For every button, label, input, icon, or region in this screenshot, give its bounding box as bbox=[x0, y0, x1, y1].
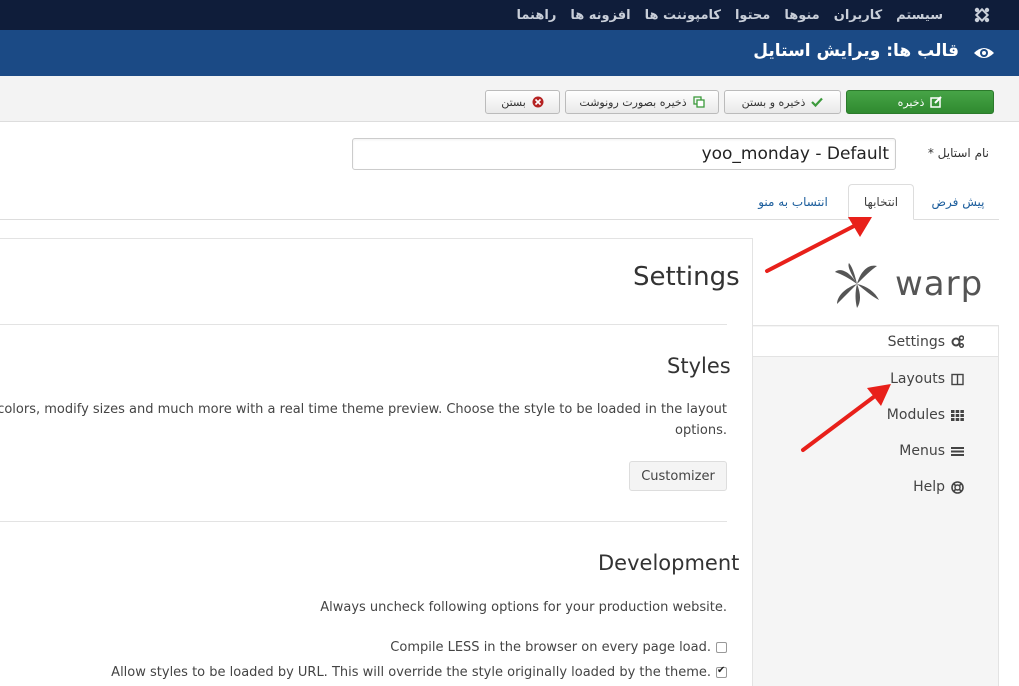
tab-default[interactable]: پیش فرض bbox=[918, 184, 998, 220]
customizer-button[interactable]: Customizer bbox=[629, 461, 727, 491]
warp-sidebar: warp Settings Layouts Modules Menus Help bbox=[752, 238, 999, 686]
divider bbox=[0, 324, 727, 325]
cancel-icon bbox=[532, 96, 544, 108]
style-name-label: نام استایل * bbox=[927, 146, 989, 160]
menu-system[interactable]: سیستم bbox=[896, 8, 943, 23]
annotation-arrow-tab bbox=[765, 217, 872, 273]
save-label: ذخیره bbox=[897, 95, 925, 109]
menu-components[interactable]: کامپوننت ها bbox=[645, 8, 721, 23]
development-heading: Development bbox=[598, 551, 740, 575]
styles-description-2: options. bbox=[674, 423, 727, 438]
check-icon bbox=[811, 97, 824, 108]
sidebar-item-label: Settings bbox=[887, 333, 945, 350]
sidebar-item-label: Menus bbox=[899, 443, 945, 459]
divider bbox=[0, 521, 727, 522]
joomla-logo-icon[interactable] bbox=[973, 6, 991, 24]
close-button[interactable]: بستن bbox=[485, 90, 560, 114]
styles-heading: Styles bbox=[667, 354, 731, 378]
save-copy-button[interactable]: ذخیره بصورت رونوشت bbox=[565, 90, 719, 114]
menu-users[interactable]: کاربران bbox=[834, 8, 882, 23]
option-compile-less: Compile LESS in the browser on every pag… bbox=[390, 640, 727, 655]
warp-logo-text: warp bbox=[895, 264, 984, 304]
annotation-arrow-layouts bbox=[801, 384, 891, 452]
page-title: قالب ها: ویرایش استایل bbox=[753, 41, 959, 61]
compile-less-label: Compile LESS in the browser on every pag… bbox=[390, 640, 711, 655]
save-button[interactable]: ذخیره bbox=[846, 90, 994, 114]
sidebar-item-menus[interactable]: Menus bbox=[899, 436, 964, 466]
styles-by-url-checkbox[interactable] bbox=[716, 665, 727, 678]
top-menu: سیستم کاربران منوها محتوا کامپوننت ها اف… bbox=[516, 0, 943, 30]
columns-icon bbox=[951, 373, 964, 385]
menu-content[interactable]: محتوا bbox=[735, 8, 770, 23]
lifebuoy-icon bbox=[951, 480, 964, 494]
edit-icon bbox=[930, 96, 943, 108]
styles-by-url-label: Allow styles to be loaded by URL. This w… bbox=[111, 665, 711, 680]
save-close-button[interactable]: ذخیره و بستن bbox=[724, 90, 841, 114]
toolbar: ذخیره ذخیره و بستن ذخیره بصورت رونوشت بس… bbox=[0, 76, 1019, 122]
top-navbar: سیستم کاربران منوها محتوا کامپوننت ها اف… bbox=[0, 0, 1019, 30]
compile-less-checkbox[interactable] bbox=[716, 642, 727, 653]
list-icon bbox=[951, 446, 964, 456]
settings-title: Settings bbox=[633, 262, 740, 292]
grid-icon bbox=[951, 409, 964, 421]
eye-icon bbox=[974, 48, 994, 58]
option-styles-by-url: Allow styles to be loaded by URL. This w… bbox=[111, 665, 727, 680]
style-name-input[interactable] bbox=[352, 138, 896, 170]
copy-icon bbox=[692, 96, 705, 108]
development-description: Always uncheck following options for you… bbox=[320, 600, 727, 615]
save-close-label: ذخیره و بستن bbox=[741, 95, 806, 109]
gears-icon bbox=[951, 335, 964, 348]
sidebar-item-settings[interactable]: Settings bbox=[753, 327, 998, 357]
sidebar-item-help[interactable]: Help bbox=[913, 472, 964, 502]
close-label: بستن bbox=[501, 95, 526, 109]
page-header: قالب ها: ویرایش استایل bbox=[0, 30, 1019, 76]
save-copy-label: ذخیره بصورت رونوشت bbox=[579, 95, 687, 109]
styles-description: pick colors, modify sizes and much more … bbox=[0, 402, 727, 417]
menu-help[interactable]: راهنما bbox=[516, 8, 556, 23]
menu-menus[interactable]: منوها bbox=[784, 8, 819, 23]
menu-extensions[interactable]: افزونه ها bbox=[570, 8, 630, 23]
sidebar-item-label: Help bbox=[913, 479, 945, 495]
